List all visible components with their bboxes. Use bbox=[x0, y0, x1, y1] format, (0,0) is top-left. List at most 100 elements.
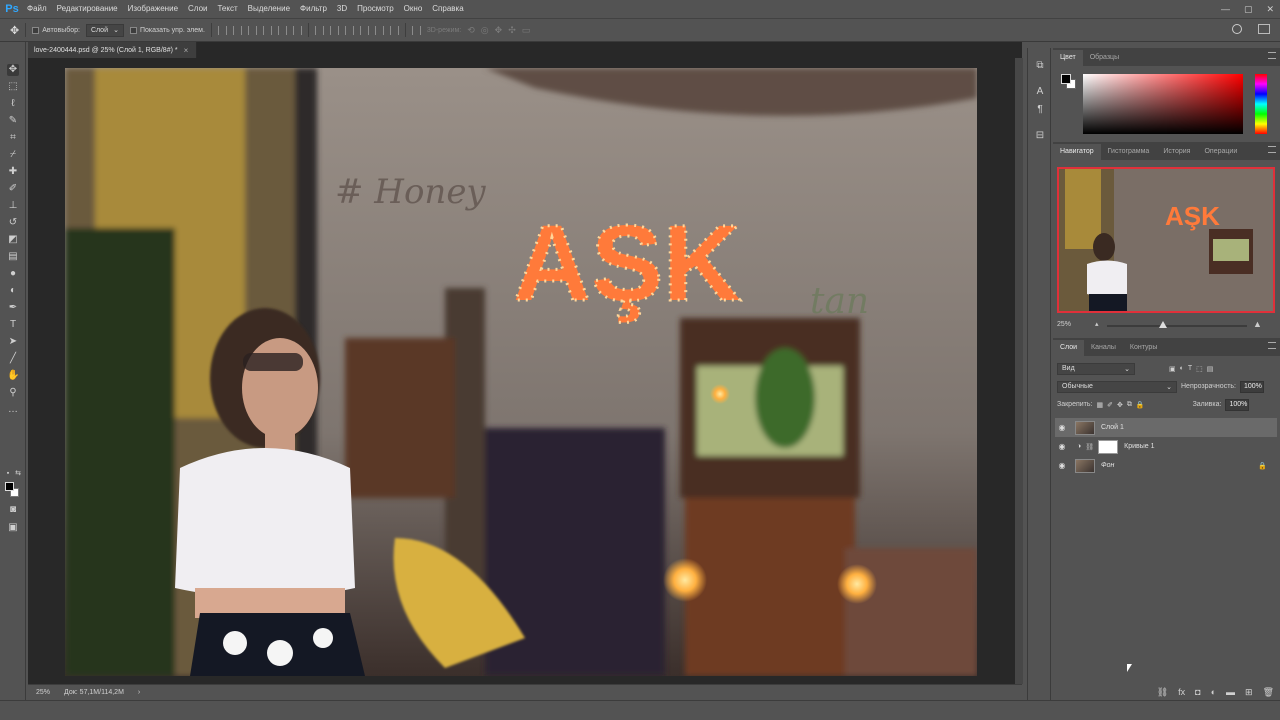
hand-tool-icon[interactable]: ✋ bbox=[7, 370, 19, 382]
menu-edit[interactable]: Редактирование bbox=[52, 0, 123, 18]
fill-input[interactable]: 100% bbox=[1225, 398, 1250, 411]
new-layer-icon[interactable]: ⊞ bbox=[1245, 687, 1253, 698]
menu-view[interactable]: Просмотр bbox=[352, 0, 399, 18]
autoselect-checkbox[interactable] bbox=[32, 26, 40, 34]
align-left-icon[interactable] bbox=[262, 25, 272, 35]
more-tools-icon[interactable]: … bbox=[7, 404, 19, 416]
default-colors-icon[interactable]: ▪ bbox=[4, 468, 12, 480]
distribute-right-icon[interactable] bbox=[389, 25, 399, 35]
tab-actions[interactable]: Операции bbox=[1197, 144, 1244, 160]
distribute-top-icon[interactable] bbox=[314, 25, 324, 35]
marquee-tool-icon[interactable]: ⬚ bbox=[7, 81, 19, 93]
menu-help[interactable]: Справка bbox=[427, 0, 468, 18]
type-tool-icon[interactable]: T bbox=[7, 319, 19, 331]
distribute-bottom-icon[interactable] bbox=[344, 25, 354, 35]
pen-tool-icon[interactable]: ✒ bbox=[7, 302, 19, 314]
navigator-zoom-knob[interactable] bbox=[1159, 321, 1167, 328]
swap-colors-icon[interactable]: ⇆ bbox=[14, 468, 22, 480]
dodge-tool-icon[interactable]: ◐ bbox=[7, 285, 19, 297]
tab-layers[interactable]: Слои bbox=[1053, 340, 1085, 356]
3d-slide-icon[interactable]: ✣ bbox=[508, 25, 516, 36]
panel-menu-icon[interactable] bbox=[1268, 52, 1276, 59]
history-brush-icon[interactable]: ↺ bbox=[7, 217, 19, 229]
tab-histogram[interactable]: Гистограмма bbox=[1101, 144, 1157, 160]
lock-pixels-icon[interactable]: ✐ bbox=[1107, 401, 1113, 409]
filter-smart-object-icon[interactable]: ▤ bbox=[1207, 365, 1214, 373]
align-bottom-icon[interactable] bbox=[247, 25, 257, 35]
navigator-zoom-slider[interactable] bbox=[1107, 325, 1247, 327]
opacity-input[interactable]: 100% bbox=[1240, 380, 1264, 393]
eye-icon[interactable]: ◉ bbox=[1055, 461, 1069, 470]
properties-panel-icon[interactable]: ⊟ bbox=[1034, 130, 1046, 142]
image-canvas[interactable]: # Honey tan AŞK bbox=[65, 68, 977, 676]
autoselect-dropdown[interactable]: Слой ⌄ bbox=[85, 23, 124, 37]
trash-icon[interactable]: 🗑 bbox=[1263, 687, 1274, 698]
paragraph-panel-icon[interactable]: ¶ bbox=[1034, 104, 1046, 116]
quick-mask-icon[interactable]: ◙ bbox=[7, 504, 19, 516]
3d-rotate-icon[interactable]: ⟲ bbox=[467, 25, 475, 36]
layer-row[interactable]: ◉ Слой 1 bbox=[1055, 418, 1277, 437]
layer-filter-dropdown[interactable]: Вид ⌄ bbox=[1057, 362, 1135, 375]
move-tool-preset-icon[interactable]: ✥ bbox=[10, 24, 19, 37]
lock-all-icon[interactable]: 🔒 bbox=[1136, 401, 1145, 409]
layer-row[interactable]: ◉ ◑ ⛓ Кривые 1 bbox=[1055, 437, 1277, 456]
tab-channels[interactable]: Каналы bbox=[1084, 340, 1123, 356]
minimize-button[interactable]: — bbox=[1221, 4, 1230, 14]
foreground-color-swatch[interactable] bbox=[5, 482, 14, 491]
zoom-in-icon[interactable]: ▲ bbox=[1253, 319, 1262, 329]
search-icon[interactable] bbox=[1232, 24, 1242, 34]
navigator-thumbnail[interactable]: AŞK bbox=[1057, 167, 1275, 313]
distribute-hcenter-icon[interactable] bbox=[374, 25, 384, 35]
close-button[interactable]: ✕ bbox=[1266, 4, 1274, 15]
panel-menu-icon[interactable] bbox=[1268, 342, 1276, 349]
tab-navigator[interactable]: Навигатор bbox=[1053, 144, 1101, 160]
align-hcenter-icon[interactable] bbox=[277, 25, 287, 35]
menu-filter[interactable]: Фильтр bbox=[295, 0, 332, 18]
crop-tool-icon[interactable]: ⌗ bbox=[7, 132, 19, 144]
menu-select[interactable]: Выделение bbox=[243, 0, 295, 18]
menu-layers[interactable]: Слои bbox=[183, 0, 212, 18]
path-select-icon[interactable]: ➤ bbox=[7, 336, 19, 348]
new-group-icon[interactable]: ▬ bbox=[1226, 687, 1235, 698]
link-layers-icon[interactable]: ⛓ bbox=[1157, 687, 1168, 698]
character-panel-icon[interactable]: A bbox=[1034, 86, 1046, 98]
blend-mode-dropdown[interactable]: Обычные ⌄ bbox=[1057, 380, 1177, 393]
close-tab-icon[interactable]: × bbox=[184, 46, 189, 55]
add-mask-icon[interactable]: ◘ bbox=[1195, 687, 1200, 698]
filter-shape-icon[interactable]: ⬚ bbox=[1196, 365, 1203, 373]
healing-brush-icon[interactable]: ✚ bbox=[7, 166, 19, 178]
eye-icon[interactable]: ◉ bbox=[1055, 423, 1069, 432]
workspace-icon[interactable] bbox=[1258, 24, 1270, 34]
menu-3d[interactable]: 3D bbox=[332, 0, 352, 18]
eraser-tool-icon[interactable]: ◩ bbox=[7, 234, 19, 246]
filter-pixel-icon[interactable]: ▣ bbox=[1169, 365, 1176, 373]
menu-file[interactable]: Файл bbox=[22, 0, 52, 18]
3d-pan-icon[interactable]: ✥ bbox=[495, 25, 503, 36]
layer-row[interactable]: ◉ Фон 🔒 bbox=[1055, 456, 1277, 475]
show-transform-option[interactable]: Показать упр. элем. bbox=[129, 26, 205, 34]
tab-swatches[interactable]: Образцы bbox=[1083, 50, 1126, 66]
hue-slider[interactable] bbox=[1255, 74, 1267, 134]
menu-type[interactable]: Текст bbox=[212, 0, 242, 18]
color-picker-field[interactable] bbox=[1083, 74, 1243, 134]
shape-tool-icon[interactable]: ╱ bbox=[7, 353, 19, 365]
menu-window[interactable]: Окно bbox=[399, 0, 428, 18]
lock-transparent-icon[interactable]: ▦ bbox=[1096, 401, 1103, 409]
blur-tool-icon[interactable]: ● bbox=[7, 268, 19, 280]
autoselect-option[interactable]: Автовыбор: bbox=[32, 26, 80, 34]
zoom-out-icon[interactable]: ▴ bbox=[1095, 320, 1099, 328]
filter-type-icon[interactable]: T bbox=[1188, 365, 1192, 372]
status-menu-arrow[interactable]: › bbox=[138, 689, 140, 696]
color-panel-foreground-swatch[interactable] bbox=[1061, 74, 1071, 84]
auto-align-icon[interactable] bbox=[411, 25, 421, 35]
tab-paths[interactable]: Контуры bbox=[1123, 340, 1164, 356]
distribute-left-icon[interactable] bbox=[359, 25, 369, 35]
status-zoom[interactable]: 25% bbox=[36, 689, 50, 696]
maximize-button[interactable]: ▢ bbox=[1244, 4, 1253, 15]
3d-scale-icon[interactable]: ▭ bbox=[522, 25, 531, 36]
menu-image[interactable]: Изображение bbox=[123, 0, 183, 18]
navigator-zoom-value[interactable]: 25% bbox=[1057, 321, 1071, 328]
filter-adjustment-icon[interactable]: ◐ bbox=[1180, 365, 1184, 372]
align-right-icon[interactable] bbox=[292, 25, 302, 35]
eye-icon[interactable]: ◉ bbox=[1055, 442, 1069, 451]
